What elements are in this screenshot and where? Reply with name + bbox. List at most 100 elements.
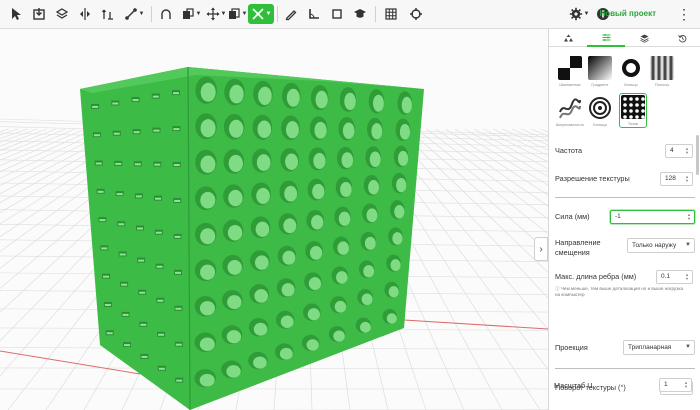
direction-select[interactable]: Только наружу ▼ bbox=[627, 238, 695, 253]
ring-pattern-icon bbox=[619, 56, 643, 80]
texture-hole-highlight bbox=[371, 123, 383, 140]
texture-hole-highlight bbox=[399, 123, 411, 140]
tab-objects[interactable] bbox=[549, 29, 587, 47]
project-name[interactable]: Новый проект bbox=[599, 9, 656, 18]
projection-label: Проекция bbox=[555, 343, 588, 352]
resolution-input[interactable]: 128 ▲ ▼ bbox=[660, 172, 693, 186]
texture-caption: Точки bbox=[627, 121, 639, 126]
more-vertical-icon[interactable]: ⋮ bbox=[674, 4, 694, 24]
scale-u-input[interactable]: 1 ▲ ▼ bbox=[659, 378, 692, 392]
settings-button[interactable]: ▼ bbox=[566, 4, 592, 24]
texture-hole-highlight bbox=[255, 221, 270, 237]
texture-hole-highlight bbox=[373, 94, 384, 112]
target-button[interactable] bbox=[406, 4, 426, 24]
cursor-arrow-icon bbox=[12, 8, 21, 20]
texture-slot-highlight bbox=[175, 271, 181, 274]
place-on-bed-button[interactable] bbox=[52, 4, 72, 24]
stepper-icon[interactable]: ▲▼ bbox=[684, 273, 690, 281]
texture-noise-preset[interactable] bbox=[558, 96, 582, 120]
texture-slot-highlight bbox=[158, 367, 165, 370]
stepper-icon[interactable]: ▲▼ bbox=[684, 175, 690, 183]
tab-history[interactable] bbox=[663, 29, 700, 47]
texture-ring-preset[interactable] bbox=[619, 56, 643, 80]
duplicate-button[interactable]: ▼ bbox=[224, 4, 250, 24]
pencil-button[interactable] bbox=[281, 4, 301, 24]
texture-slot-highlight bbox=[121, 283, 128, 286]
scene-canvas[interactable] bbox=[0, 29, 548, 410]
texture-slot-highlight bbox=[137, 227, 143, 230]
texture-hole-highlight bbox=[199, 337, 215, 352]
texture-slot-highlight bbox=[154, 163, 161, 166]
texture-slot-highlight bbox=[141, 355, 148, 358]
chevron-down-icon: ▼ bbox=[265, 11, 272, 17]
texture-stripes-preset[interactable] bbox=[650, 56, 674, 80]
texture-hole-highlight bbox=[336, 271, 348, 284]
texture-slot-highlight bbox=[140, 323, 147, 326]
strength-input[interactable]: -1 ▲ ▼ bbox=[610, 210, 695, 224]
stepper-icon[interactable]: ▲▼ bbox=[684, 147, 690, 155]
texture-slot-highlight bbox=[101, 247, 108, 250]
texture-checker-preset[interactable] bbox=[558, 56, 582, 80]
texture-gradient-preset[interactable] bbox=[588, 56, 612, 80]
grid-button[interactable] bbox=[381, 4, 401, 24]
texture-hole-highlight bbox=[228, 154, 243, 172]
texture-hole-highlight bbox=[281, 283, 295, 297]
texture-hole-highlight bbox=[257, 120, 272, 139]
texture-rings-preset[interactable] bbox=[588, 96, 612, 120]
resolution-value: 128 bbox=[665, 175, 676, 182]
cube-left-face bbox=[80, 67, 190, 410]
measure-button[interactable]: ▼ bbox=[121, 4, 147, 24]
graduation-cap-icon bbox=[354, 9, 366, 18]
import-button[interactable] bbox=[29, 4, 49, 24]
learn-button[interactable] bbox=[350, 4, 370, 24]
frequency-value: 4 bbox=[670, 147, 674, 154]
select-tool-button[interactable] bbox=[6, 4, 26, 24]
frequency-input[interactable]: 4 ▲ ▼ bbox=[665, 144, 693, 158]
projection-select[interactable]: Трипланарная ▼ bbox=[623, 340, 695, 355]
direction-label: Направление смещения bbox=[555, 238, 601, 257]
texture-slot-highlight bbox=[156, 265, 163, 268]
panel-tabs bbox=[549, 29, 700, 47]
texture-slot-highlight bbox=[104, 303, 111, 306]
toolbar-divider bbox=[375, 6, 376, 22]
texture-slot-highlight bbox=[155, 197, 162, 200]
boolean-cube-icon bbox=[182, 8, 194, 19]
texture-hole-highlight bbox=[200, 191, 216, 209]
texture-hole-highlight bbox=[315, 90, 328, 109]
texture-hole-highlight bbox=[306, 339, 319, 351]
shape-arc-button[interactable] bbox=[156, 4, 176, 24]
texture-slot-highlight bbox=[173, 92, 179, 95]
texture-hole-highlight bbox=[229, 84, 244, 104]
frame-button[interactable] bbox=[327, 4, 347, 24]
mirror-button[interactable] bbox=[75, 4, 95, 24]
chevron-down-icon: ▼ bbox=[241, 11, 248, 17]
texture-hole-highlight bbox=[280, 315, 294, 329]
align-button[interactable] bbox=[98, 4, 118, 24]
square-frame-icon bbox=[332, 9, 342, 19]
boolean-button[interactable]: ▼ bbox=[178, 4, 204, 24]
angle-button[interactable] bbox=[304, 4, 324, 24]
texture-slot-highlight bbox=[132, 99, 139, 102]
texture-slot-highlight bbox=[93, 134, 100, 137]
texture-hole-highlight bbox=[337, 241, 349, 255]
texture-button[interactable]: ▼ bbox=[248, 4, 274, 24]
tab-texture-settings[interactable] bbox=[587, 29, 625, 47]
pencil-icon bbox=[285, 10, 297, 21]
3d-viewport[interactable]: › bbox=[0, 29, 548, 410]
panel-collapse-handle[interactable]: › bbox=[534, 237, 548, 261]
textured-cube-model[interactable] bbox=[80, 66, 424, 410]
panel-scrollbar[interactable] bbox=[696, 135, 699, 175]
texture-dots-preset[interactable] bbox=[621, 95, 645, 119]
max-edge-input[interactable]: 0.1 ▲ ▼ bbox=[656, 270, 693, 284]
texture-hole-highlight bbox=[344, 92, 356, 111]
texture-slot-highlight bbox=[173, 128, 180, 131]
grid-line bbox=[464, 128, 548, 177]
texture-slot-highlight bbox=[175, 307, 182, 310]
strength-label: Сила (мм) bbox=[555, 212, 590, 221]
texture-slot-highlight bbox=[116, 193, 123, 196]
texture-hole-highlight bbox=[200, 155, 216, 173]
stepper-icon[interactable]: ▲▼ bbox=[683, 381, 689, 389]
tab-layers[interactable] bbox=[625, 29, 663, 47]
stepper-icon[interactable]: ▲▼ bbox=[686, 213, 692, 221]
chevron-down-icon: ▼ bbox=[685, 242, 691, 248]
